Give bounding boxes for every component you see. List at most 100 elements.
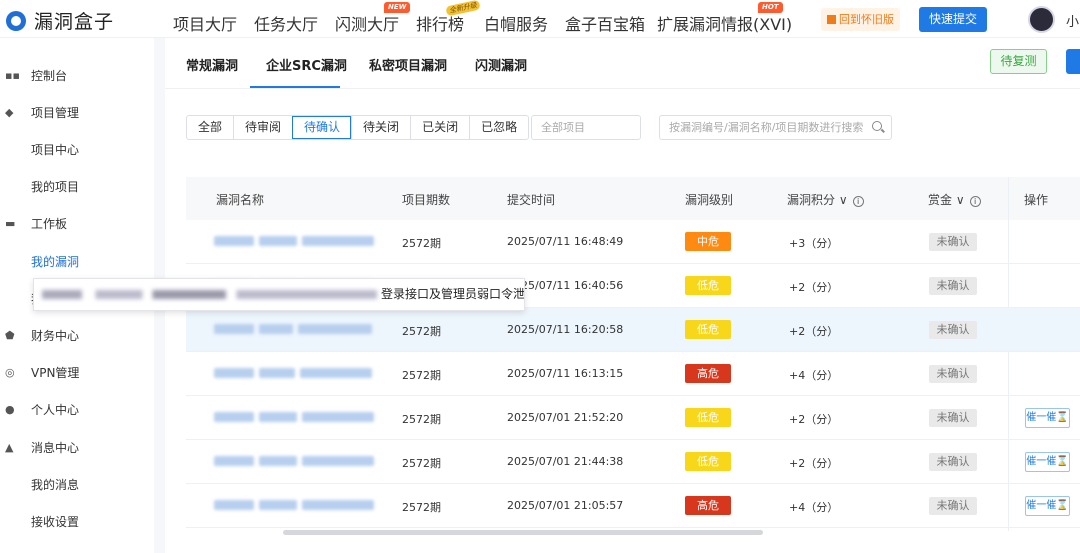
urge-button[interactable]: 催一催⌛: [1025, 408, 1070, 428]
project-select[interactable]: 全部项目: [531, 115, 641, 140]
sort-chevron-icon[interactable]: ∨: [956, 193, 965, 207]
nav-leaderboard[interactable]: 排行榜: [416, 11, 464, 35]
redacted-text: [42, 290, 377, 299]
period-cell: 2572期: [402, 325, 441, 338]
nav-xvi[interactable]: 扩展漏洞情报(XVI): [657, 11, 792, 35]
points-cell: +2（分）: [789, 413, 839, 426]
sidebar-item-finance[interactable]: ⬟ 财务中心: [0, 326, 154, 346]
sidebar-item-workboard[interactable]: ▬ 工作板: [0, 214, 154, 234]
search-icon[interactable]: [872, 121, 882, 131]
bounty-header-label: 赏金: [928, 193, 953, 207]
nav-flash-test-hall[interactable]: 闪测大厅: [335, 11, 399, 35]
sidebar-item-receive-settings[interactable]: 接收设置: [0, 512, 154, 532]
sidebar-item-label: 我的漏洞: [31, 255, 80, 269]
edge-action-button[interactable]: [1066, 49, 1080, 74]
tab-regular-vulns[interactable]: 常规漏洞: [186, 55, 238, 74]
period-cell: 2572期: [402, 237, 441, 250]
column-header-points[interactable]: 漏洞积分 ∨ i: [787, 191, 864, 208]
severity-badge: 低危: [685, 408, 731, 427]
nav-task-hall[interactable]: 任务大厅: [254, 11, 318, 35]
username[interactable]: 小: [1066, 11, 1079, 30]
nav-whitehat-service[interactable]: 白帽服务: [484, 11, 548, 35]
bounty-status-badge: 未确认: [929, 233, 977, 251]
sort-chevron-icon[interactable]: ∨: [839, 193, 848, 207]
redacted-vuln-name[interactable]: [214, 412, 374, 422]
filter-pending-review[interactable]: 待审阅: [233, 116, 292, 139]
table-row[interactable]: 2572期 2025/07/01 21:05:57 高危 +4（分） 未确认 催一催⌛: [186, 484, 1080, 528]
urge-button[interactable]: 催一催⌛: [1025, 496, 1070, 516]
column-header-bounty[interactable]: 赏金 ∨ i: [928, 191, 981, 208]
sidebar-item-label: 消息中心: [31, 441, 80, 455]
horizontal-scrollbar[interactable]: [283, 530, 763, 535]
bounty-status-badge: 未确认: [929, 409, 977, 427]
severity-badge: 中危: [685, 232, 731, 251]
redacted-vuln-name[interactable]: [214, 500, 374, 510]
app-title: 漏洞盒子: [34, 11, 115, 33]
redacted-vuln-name[interactable]: [214, 236, 374, 246]
period-cell: 2572期: [402, 369, 441, 382]
severity-badge: 低危: [685, 452, 731, 471]
severity-badge: 高危: [685, 496, 731, 515]
search-input[interactable]: 按漏洞编号/漏洞名称/项目期数进行搜索: [659, 115, 892, 140]
pending-retest-button[interactable]: 待复测: [990, 49, 1047, 74]
filter-pending-confirm[interactable]: 待确认: [292, 116, 352, 139]
sidebar-item-project-center[interactable]: 项目中心: [0, 140, 154, 160]
urge-button[interactable]: 催一催⌛: [1025, 452, 1070, 472]
layers-icon: ◆: [5, 106, 14, 119]
column-header-name: 漏洞名称: [216, 193, 265, 207]
sidebar-item-my-projects[interactable]: 我的项目: [0, 177, 154, 197]
redacted-vuln-name[interactable]: [214, 324, 372, 334]
quick-submit-button[interactable]: 快速提交: [919, 7, 987, 32]
bounty-status-badge: 未确认: [929, 321, 977, 339]
points-header-label: 漏洞积分: [787, 193, 836, 207]
severity-badge: 高危: [685, 364, 731, 383]
table-row[interactable]: 2572期 2025/07/11 16:20:58 低危 +2（分） 未确认: [186, 308, 1080, 352]
sidebar-item-my-messages[interactable]: 我的消息: [0, 475, 154, 495]
tab-private-project-vulns[interactable]: 私密项目漏洞: [369, 55, 447, 74]
sidebar-item-message-center[interactable]: ▲ 消息中心: [0, 438, 154, 458]
sidebar-item-label: 我的项目: [31, 180, 80, 194]
sidebar-item-dashboard[interactable]: ▪▪ 控制台: [0, 66, 154, 86]
column-header-period: 项目期数: [402, 193, 451, 207]
shield-icon: ⬟: [5, 329, 15, 342]
points-cell: +3（分）: [789, 237, 839, 250]
tab-flash-test-vulns[interactable]: 闪测漏洞: [475, 55, 527, 74]
filter-pending-close[interactable]: 待关闭: [351, 116, 410, 139]
logo-icon: [6, 10, 26, 31]
sidebar-item-label: 个人中心: [31, 403, 80, 417]
monitor-icon: ▬: [5, 217, 16, 230]
sidebar-item-personal-center[interactable]: ● 个人中心: [0, 400, 154, 420]
period-cell: 2572期: [402, 413, 441, 426]
bounty-status-badge: 未确认: [929, 453, 977, 471]
calendar-icon: [827, 15, 836, 24]
redacted-vuln-name[interactable]: [214, 368, 372, 378]
nav-project-hall[interactable]: 项目大厅: [173, 11, 237, 35]
nav-toolbox[interactable]: 盒子百宝箱: [565, 11, 645, 35]
sidebar-item-project-management[interactable]: ◆ 项目管理: [0, 103, 154, 123]
bounty-status-badge: 未确认: [929, 277, 977, 295]
info-icon[interactable]: i: [852, 196, 864, 207]
column-header-time: 提交时间: [507, 193, 556, 207]
submit-time-cell: 2025/07/01 21:52:20: [507, 411, 624, 424]
points-cell: +2（分）: [789, 281, 839, 294]
table-row[interactable]: 2572期 2025/07/01 21:52:20 低危 +2（分） 未确认 催一催⌛: [186, 396, 1080, 440]
column-header-level: 漏洞级别: [685, 193, 734, 207]
sidebar-item-my-vulns[interactable]: 我的漏洞: [0, 252, 154, 272]
sidebar-item-vpn[interactable]: ◎ VPN管理: [0, 363, 154, 383]
filter-all[interactable]: 全部: [187, 116, 233, 139]
table-row[interactable]: 2572期 2025/07/11 16:13:15 高危 +4（分） 未确认: [186, 352, 1080, 396]
old-version-button[interactable]: 回到怀旧版: [821, 8, 900, 31]
user-icon: ●: [5, 403, 15, 416]
submit-time-cell: 2025/07/01 21:44:38: [507, 455, 624, 468]
table-row[interactable]: 2572期 2025/07/01 21:44:38 低危 +2（分） 未确认 催一催⌛: [186, 440, 1080, 484]
tooltip-text: 登录接口及管理员弱口令泄露漏洞: [381, 287, 525, 301]
info-icon[interactable]: i: [969, 196, 981, 207]
bell-icon: ▲: [5, 441, 14, 454]
redacted-vuln-name[interactable]: [214, 456, 374, 466]
filter-closed[interactable]: 已关闭: [410, 116, 469, 139]
app-logo[interactable]: 漏洞盒子: [6, 7, 114, 34]
table-row[interactable]: 2572期 2025/07/11 16:48:49 中危 +3（分） 未确认: [186, 220, 1080, 264]
avatar[interactable]: [1028, 6, 1055, 33]
tab-enterprise-src-vulns[interactable]: 企业SRC漏洞: [266, 55, 347, 74]
filter-ignored[interactable]: 已忽略: [469, 116, 528, 139]
